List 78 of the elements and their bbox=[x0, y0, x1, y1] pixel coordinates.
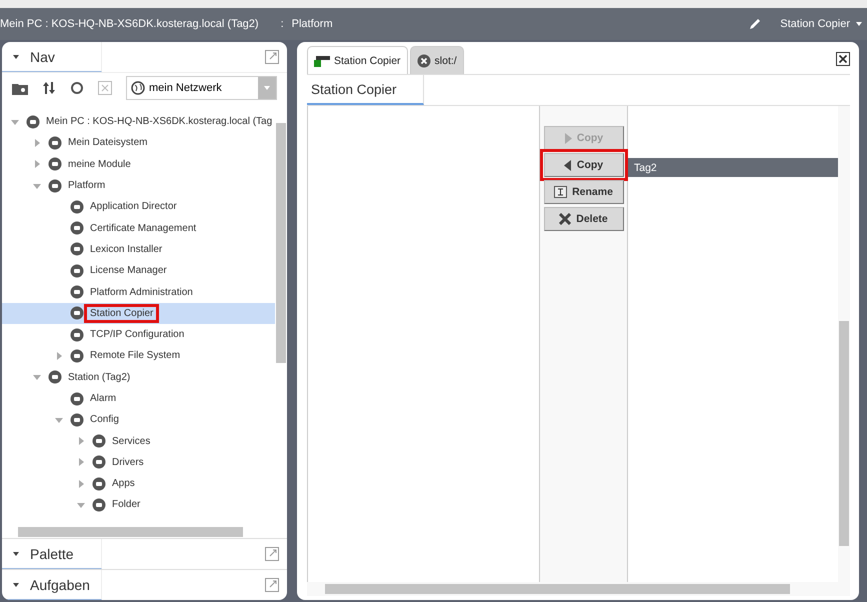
tab[interactable]: slot:/ bbox=[410, 46, 464, 74]
expand-icon[interactable] bbox=[32, 138, 42, 148]
collapse-icon[interactable] bbox=[32, 372, 42, 382]
node-icon bbox=[92, 434, 106, 448]
network-dropdown[interactable]: mein Netzwerk bbox=[126, 76, 277, 100]
tree-item[interactable]: Mein Dateisystem bbox=[2, 132, 275, 154]
maximize-icon[interactable] bbox=[265, 50, 279, 64]
node-icon bbox=[70, 221, 84, 236]
scrollbar[interactable] bbox=[838, 106, 850, 582]
tree-item[interactable]: Station (Tag2) bbox=[2, 366, 275, 388]
tree-item[interactable]: Platform Administration bbox=[2, 281, 275, 303]
node-icon bbox=[26, 114, 40, 129]
close-icon bbox=[559, 213, 572, 225]
breadcrumb-separator: : bbox=[280, 18, 284, 30]
expand-icon[interactable] bbox=[76, 478, 86, 489]
node-icon bbox=[70, 285, 84, 300]
action-button[interactable]: Rename bbox=[544, 180, 624, 204]
node-icon bbox=[70, 348, 84, 363]
maximize-icon[interactable] bbox=[265, 578, 279, 592]
expand-icon[interactable] bbox=[76, 436, 86, 446]
panel-tab[interactable]: Aufgaben bbox=[2, 570, 102, 600]
station-icon bbox=[314, 54, 330, 66]
sort-icon[interactable] bbox=[42, 81, 56, 95]
view-selector[interactable]: Station Copier bbox=[780, 18, 850, 30]
tree-item[interactable]: Mein PC : KOS-HQ-NB-XS6DK.kosterag.local (Tag bbox=[2, 111, 275, 132]
expand-icon[interactable] bbox=[54, 350, 64, 361]
list-item[interactable]: Tag2 bbox=[628, 158, 838, 177]
tree-item[interactable]: Services bbox=[2, 430, 275, 452]
tree-item[interactable]: Apps bbox=[2, 473, 275, 494]
tab[interactable]: Station Copier bbox=[307, 46, 408, 74]
expand-icon[interactable] bbox=[32, 159, 42, 170]
node-icon bbox=[92, 455, 106, 470]
tree-item[interactable]: Folder bbox=[2, 494, 275, 516]
node-icon bbox=[92, 476, 106, 491]
panel-tab[interactable]: Nav bbox=[2, 42, 102, 72]
caret-icon[interactable] bbox=[12, 580, 20, 588]
expand-icon[interactable] bbox=[76, 457, 86, 468]
tree-item[interactable]: Drivers bbox=[2, 452, 275, 474]
folder-icon[interactable] bbox=[12, 82, 28, 94]
tree-item[interactable]: Certificate Management bbox=[2, 217, 275, 239]
tree-item[interactable]: Config bbox=[2, 409, 275, 430]
tree-item[interactable]: Remote File System bbox=[2, 345, 275, 367]
node-icon bbox=[70, 412, 84, 427]
caret-icon[interactable] bbox=[12, 550, 20, 558]
pencil-icon[interactable] bbox=[748, 17, 762, 31]
node-icon bbox=[48, 178, 62, 193]
node-icon bbox=[48, 157, 62, 172]
caret-icon[interactable] bbox=[12, 52, 20, 60]
tree-item[interactable]: TCP/IP Configuration bbox=[2, 324, 275, 346]
scrollbar[interactable] bbox=[307, 582, 850, 596]
rename-icon bbox=[554, 186, 568, 198]
node-icon bbox=[70, 328, 84, 342]
tree-item[interactable]: Lexicon Installer bbox=[2, 238, 275, 260]
triangle-left-icon bbox=[564, 160, 572, 170]
node-icon bbox=[48, 370, 62, 384]
node-icon bbox=[70, 392, 84, 406]
maximize-icon[interactable] bbox=[265, 547, 279, 561]
node-icon bbox=[70, 242, 84, 256]
tree-item[interactable]: Application Director bbox=[2, 196, 275, 218]
close-icon[interactable] bbox=[836, 52, 850, 66]
node-icon bbox=[70, 264, 84, 278]
caret-icon[interactable] bbox=[855, 21, 863, 27]
node-icon bbox=[48, 136, 62, 150]
node-icon bbox=[70, 200, 84, 214]
tree-item[interactable]: meine Module bbox=[2, 154, 275, 175]
breadcrumb-path[interactable]: Mein PC : KOS-HQ-NB-XS6DK.kosterag.local (Tag2) bbox=[0, 18, 259, 30]
tree-item[interactable]: Alarm bbox=[2, 388, 275, 410]
tree-item[interactable]: Platform bbox=[2, 174, 275, 196]
error-icon bbox=[416, 54, 431, 68]
triangle-right-icon bbox=[564, 132, 572, 144]
breadcrumb-location[interactable]: Platform bbox=[292, 18, 333, 30]
node-icon bbox=[92, 498, 106, 512]
tree-item[interactable]: License Manager bbox=[2, 260, 275, 282]
action-button[interactable]: Delete bbox=[544, 207, 624, 231]
node-icon bbox=[70, 306, 84, 320]
panel-tab[interactable]: Palette bbox=[2, 539, 102, 569]
view-tab[interactable]: Station Copier bbox=[307, 75, 424, 105]
tree-item[interactable]: Station Copier bbox=[2, 302, 275, 324]
